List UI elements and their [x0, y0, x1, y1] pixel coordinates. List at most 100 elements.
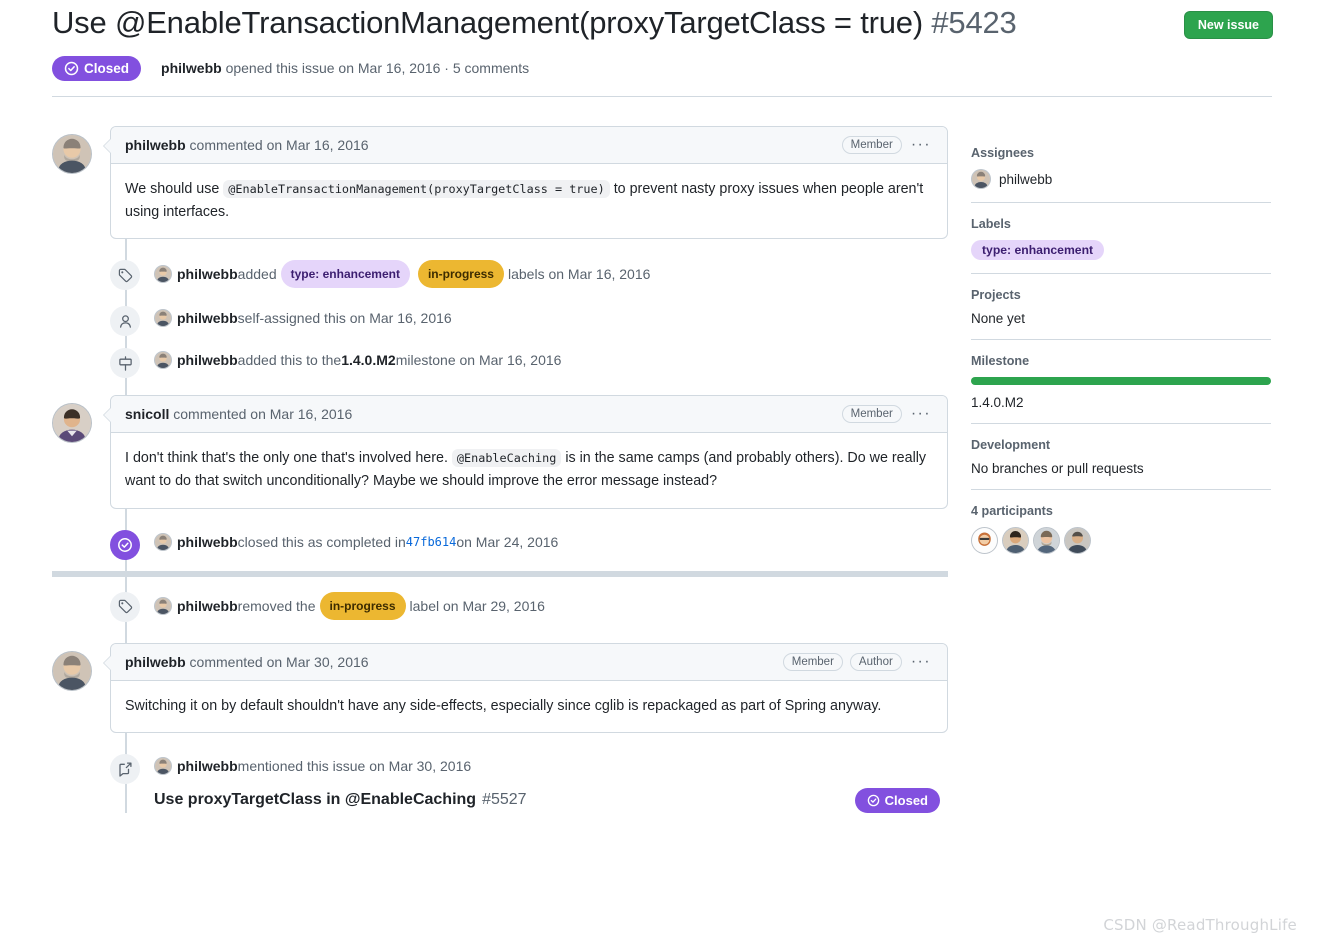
avatar[interactable]	[1064, 527, 1091, 554]
event-post: milestone on Mar 16, 2016	[395, 352, 562, 369]
cross-reference-icon	[110, 753, 140, 784]
comment-header: snicoll commented on Mar 16, 2016 Member…	[111, 396, 947, 434]
watermark: CSDN @ReadThroughLife	[1103, 916, 1297, 934]
status-badge: Closed	[52, 55, 142, 81]
status-badge-label: Closed	[84, 60, 130, 76]
comment-menu-button[interactable]: ···	[909, 653, 933, 670]
sidebar-milestone-value[interactable]: 1.4.0.M2	[971, 395, 1271, 410]
comment-timestamp: commented on Mar 30, 2016	[185, 653, 369, 670]
comment-header-actions: Member ···	[841, 405, 933, 424]
event-suffix: labels on Mar 16, 2016	[507, 266, 651, 283]
event-text: philwebb added this to the 1.4.0.M2 mile…	[154, 348, 561, 372]
mentioned-issue-status-label: Closed	[884, 792, 928, 808]
event-pre: removed the	[237, 597, 316, 614]
issue-meta-suffix: opened this issue on Mar 16, 2016 · 5 co…	[221, 60, 530, 77]
comment-header: philwebb commented on Mar 30, 2016 Membe…	[111, 643, 947, 681]
avatar[interactable]	[1033, 527, 1060, 554]
mentioned-issue-status-badge: Closed	[854, 787, 940, 813]
avatar-philwebb[interactable]	[154, 265, 172, 284]
issue-meta: Closed philwebb opened this issue on Mar…	[52, 55, 1272, 81]
comment-box: snicoll commented on Mar 16, 2016 Member…	[103, 395, 948, 509]
avatar[interactable]	[971, 527, 998, 554]
role-badge-member: Member	[841, 405, 902, 424]
timeline-divider	[52, 570, 948, 577]
avatar-philwebb[interactable]	[154, 756, 172, 775]
label-in-progress[interactable]: in-progress	[417, 260, 504, 289]
mentioned-issue-title[interactable]: Use proxyTargetClass in @EnableCaching	[154, 791, 476, 809]
sidebar-label-type-enhancement[interactable]: type: enhancement	[971, 240, 1105, 260]
comment-menu-button[interactable]: ···	[909, 406, 933, 422]
avatar-philwebb-icon	[53, 651, 91, 690]
inline-code: @EnableCaching	[451, 449, 562, 468]
avatar[interactable]	[52, 403, 92, 444]
comment-author[interactable]: philwebb	[125, 654, 186, 670]
event-author[interactable]: philwebb	[177, 348, 238, 372]
sidebar-milestone-title[interactable]: Milestone	[971, 354, 1271, 368]
comment-header: philwebb commented on Mar 16, 2016 Membe…	[111, 127, 947, 164]
comment-menu-button[interactable]: ···	[909, 137, 933, 153]
avatar-philwebb[interactable]	[154, 532, 172, 551]
sidebar-development-title[interactable]: Development	[971, 438, 1271, 452]
mentioned-issue-number[interactable]: #5527	[482, 791, 527, 809]
event-pre: added this to the	[237, 352, 342, 369]
timeline-column: philwebb commented on Mar 16, 2016 Membe…	[52, 126, 948, 813]
avatar[interactable]	[52, 134, 92, 174]
label-in-progress[interactable]: in-progress	[319, 591, 406, 620]
event-author[interactable]: philwebb	[177, 306, 238, 330]
page-title: Use @EnableTransactionManagement(proxyTa…	[52, 4, 1017, 43]
assignee-row[interactable]: philwebb	[971, 169, 1271, 189]
comment-author[interactable]: snicoll	[125, 406, 169, 422]
commit-sha-link[interactable]: 47fb614	[406, 530, 457, 554]
comment-text-pre: I don't think that's the only one that's…	[125, 450, 452, 467]
role-badge-author: Author	[849, 652, 902, 671]
event-text: philwebb self-assigned this on Mar 16, 2…	[154, 306, 452, 330]
avatar-philwebb[interactable]	[154, 351, 172, 370]
issue-meta-text: philwebb opened this issue on Mar 16, 20…	[161, 60, 529, 76]
event-author[interactable]: philwebb	[177, 262, 238, 286]
event-author[interactable]: philwebb	[177, 754, 238, 778]
comment-body: I don't think that's the only one that's…	[111, 433, 947, 507]
comment-timestamp: commented on Mar 16, 2016	[169, 406, 353, 423]
sidebar-section-milestone: Milestone 1.4.0.M2	[971, 354, 1271, 424]
sidebar-participants-title: 4 participants	[971, 504, 1053, 518]
sidebar-section-participants: 4 participants	[971, 504, 1271, 567]
issue-sidebar: Assignees philwebb Labels type: enhancem…	[971, 146, 1271, 581]
issue-closed-icon	[867, 794, 879, 807]
timeline: philwebb commented on Mar 16, 2016 Membe…	[52, 126, 948, 813]
comment-snicoll: snicoll commented on Mar 16, 2016 Member…	[52, 395, 948, 509]
milestone-progress-bar	[971, 377, 1271, 385]
avatar-philwebb[interactable]	[154, 309, 172, 328]
issue-author[interactable]: philwebb	[161, 60, 222, 76]
sidebar-section-projects: Projects None yet	[971, 288, 1271, 340]
sidebar-section-assignees: Assignees philwebb	[971, 146, 1271, 203]
avatar-philwebb[interactable]	[154, 596, 172, 615]
person-icon	[110, 306, 140, 337]
event-suffix: mentioned this issue on Mar 30, 2016	[237, 757, 472, 774]
event-self-assigned: philwebb self-assigned this on Mar 16, 2…	[52, 297, 948, 339]
comment-body: We should use @EnableTransactionManageme…	[111, 164, 947, 238]
event-pre: closed this as completed in	[237, 533, 406, 550]
inline-code: @EnableTransactionManagement(proxyTarget…	[223, 180, 610, 198]
sidebar-labels-title[interactable]: Labels	[971, 217, 1271, 231]
comment-header-actions: Member ···	[841, 136, 933, 154]
sidebar-projects-title[interactable]: Projects	[971, 288, 1271, 302]
new-issue-button[interactable]: New issue	[1183, 11, 1273, 39]
event-author[interactable]: philwebb	[177, 530, 238, 554]
sidebar-assignees-title[interactable]: Assignees	[971, 146, 1271, 160]
comment-philwebb-2: philwebb commented on Mar 30, 2016 Membe…	[52, 642, 948, 733]
role-badge-member: Member	[841, 136, 902, 154]
event-author[interactable]: philwebb	[177, 594, 238, 618]
comment-author[interactable]: philwebb	[125, 137, 186, 153]
issue-title-text: Use @EnableTransactionManagement(proxyTa…	[52, 5, 923, 40]
issue-closed-icon	[64, 61, 79, 76]
comment-box: philwebb commented on Mar 30, 2016 Membe…	[103, 642, 948, 733]
label-type-enhancement[interactable]: type: enhancement	[280, 260, 410, 289]
milestone-icon	[110, 348, 140, 379]
milestone-name[interactable]: 1.4.0.M2	[341, 348, 395, 372]
event-suffix: self-assigned this on Mar 16, 2016	[237, 310, 452, 327]
avatar[interactable]	[1002, 527, 1029, 554]
event-mentioned: philwebb mentioned this issue on Mar 30,…	[52, 745, 948, 813]
avatar[interactable]	[52, 650, 92, 691]
sidebar-development-value: No branches or pull requests	[971, 461, 1144, 476]
assignee-name: philwebb	[999, 171, 1053, 187]
